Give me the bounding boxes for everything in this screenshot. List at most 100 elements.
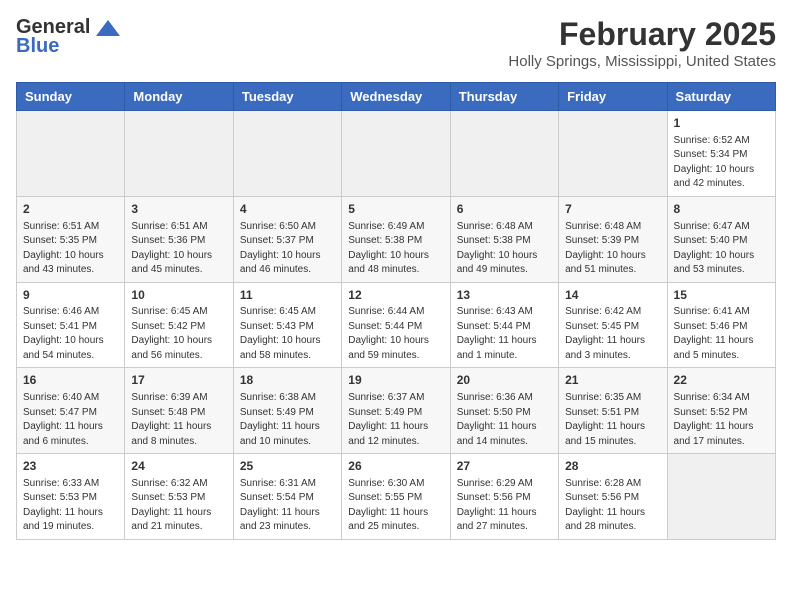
calendar-cell: 27 Sunrise: 6:29 AM Sunset: 5:56 PM Dayli… [450,454,558,540]
calendar-cell: 1 Sunrise: 6:52 AM Sunset: 5:34 PM Daylig… [667,111,775,197]
calendar-cell: 17 Sunrise: 6:39 AM Sunset: 5:48 PM Dayli… [125,368,233,454]
day-number: 20 [457,372,552,389]
day-info: Sunrise: 6:44 AM Sunset: 5:44 PM Dayligh… [348,305,443,363]
day-info: Sunrise: 6:40 AM Sunset: 5:47 PM Dayligh… [23,391,118,449]
day-number: 12 [348,287,443,304]
day-info: Sunrise: 6:32 AM Sunset: 5:53 PM Dayligh… [131,477,226,535]
logo: General Blue [16,16,122,58]
day-number: 28 [565,458,660,475]
day-info: Sunrise: 6:48 AM Sunset: 5:39 PM Dayligh… [565,220,660,278]
calendar-cell [559,111,667,197]
logo-icon [94,18,122,38]
weekday-header-wednesday: Wednesday [342,83,450,111]
calendar-week-row: 9Sunrise: 6:46 AM Sunset: 5:41 PM Daylig… [17,282,776,368]
calendar-week-row: 16 Sunrise: 6:40 AM Sunset: 5:47 PM Dayli… [17,368,776,454]
day-number: 26 [348,458,443,475]
day-number: 22 [674,372,769,389]
location-subtitle: Holly Springs, Mississippi, United State… [508,53,776,70]
weekday-header-row: SundayMondayTuesdayWednesdayThursdayFrid… [17,83,776,111]
calendar-week-row: 2 Sunrise: 6:51 AM Sunset: 5:35 PM Daylig… [17,196,776,282]
day-info: Sunrise: 6:31 AM Sunset: 5:54 PM Dayligh… [240,477,335,535]
calendar-cell: 21 Sunrise: 6:35 AM Sunset: 5:51 PM Dayli… [559,368,667,454]
day-number: 11 [240,287,335,304]
day-number: 27 [457,458,552,475]
day-number: 6 [457,201,552,218]
month-year-title: February 2025 [508,16,776,53]
day-info: Sunrise: 6:37 AM Sunset: 5:49 PM Dayligh… [348,391,443,449]
day-info: Sunrise: 6:29 AM Sunset: 5:56 PM Dayligh… [457,477,552,535]
calendar-cell: 14Sunrise: 6:42 AM Sunset: 5:45 PM Dayli… [559,282,667,368]
day-info: Sunrise: 6:47 AM Sunset: 5:40 PM Dayligh… [674,220,769,278]
day-info: Sunrise: 6:41 AM Sunset: 5:46 PM Dayligh… [674,305,769,363]
day-number: 5 [348,201,443,218]
day-info: Sunrise: 6:51 AM Sunset: 5:35 PM Dayligh… [23,220,118,278]
day-info: Sunrise: 6:34 AM Sunset: 5:52 PM Dayligh… [674,391,769,449]
calendar-cell: 28 Sunrise: 6:28 AM Sunset: 5:56 PM Dayli… [559,454,667,540]
calendar-cell [342,111,450,197]
day-info: Sunrise: 6:43 AM Sunset: 5:44 PM Dayligh… [457,305,552,363]
day-number: 14 [565,287,660,304]
day-number: 3 [131,201,226,218]
calendar-cell: 9Sunrise: 6:46 AM Sunset: 5:41 PM Daylig… [17,282,125,368]
calendar-header: SundayMondayTuesdayWednesdayThursdayFrid… [17,83,776,111]
day-number: 16 [23,372,118,389]
calendar-body: 1 Sunrise: 6:52 AM Sunset: 5:34 PM Daylig… [17,111,776,540]
calendar-cell: 22 Sunrise: 6:34 AM Sunset: 5:52 PM Dayli… [667,368,775,454]
day-number: 17 [131,372,226,389]
day-number: 24 [131,458,226,475]
day-number: 19 [348,372,443,389]
day-number: 2 [23,201,118,218]
weekday-header-friday: Friday [559,83,667,111]
calendar-cell: 8 Sunrise: 6:47 AM Sunset: 5:40 PM Daylig… [667,196,775,282]
calendar-cell: 26 Sunrise: 6:30 AM Sunset: 5:55 PM Dayli… [342,454,450,540]
day-info: Sunrise: 6:42 AM Sunset: 5:45 PM Dayligh… [565,305,660,363]
calendar-cell: 12Sunrise: 6:44 AM Sunset: 5:44 PM Dayli… [342,282,450,368]
calendar-cell: 23 Sunrise: 6:33 AM Sunset: 5:53 PM Dayli… [17,454,125,540]
weekday-header-saturday: Saturday [667,83,775,111]
day-number: 1 [674,115,769,132]
day-info: Sunrise: 6:38 AM Sunset: 5:49 PM Dayligh… [240,391,335,449]
day-number: 7 [565,201,660,218]
day-number: 23 [23,458,118,475]
day-info: Sunrise: 6:39 AM Sunset: 5:48 PM Dayligh… [131,391,226,449]
day-info: Sunrise: 6:30 AM Sunset: 5:55 PM Dayligh… [348,477,443,535]
day-info: Sunrise: 6:50 AM Sunset: 5:37 PM Dayligh… [240,220,335,278]
weekday-header-monday: Monday [125,83,233,111]
weekday-header-tuesday: Tuesday [233,83,341,111]
calendar-cell [450,111,558,197]
day-info: Sunrise: 6:28 AM Sunset: 5:56 PM Dayligh… [565,477,660,535]
day-number: 21 [565,372,660,389]
day-info: Sunrise: 6:33 AM Sunset: 5:53 PM Dayligh… [23,477,118,535]
calendar-week-row: 23 Sunrise: 6:33 AM Sunset: 5:53 PM Dayli… [17,454,776,540]
day-info: Sunrise: 6:35 AM Sunset: 5:51 PM Dayligh… [565,391,660,449]
calendar-cell: 7 Sunrise: 6:48 AM Sunset: 5:39 PM Daylig… [559,196,667,282]
day-number: 8 [674,201,769,218]
calendar-cell [125,111,233,197]
logo-text-blue: Blue [16,35,59,58]
day-number: 18 [240,372,335,389]
calendar-cell: 24 Sunrise: 6:32 AM Sunset: 5:53 PM Dayli… [125,454,233,540]
calendar-cell [667,454,775,540]
day-info: Sunrise: 6:45 AM Sunset: 5:42 PM Dayligh… [131,305,226,363]
calendar-cell: 20Sunrise: 6:36 AM Sunset: 5:50 PM Dayli… [450,368,558,454]
calendar-cell: 2 Sunrise: 6:51 AM Sunset: 5:35 PM Daylig… [17,196,125,282]
calendar-cell: 3 Sunrise: 6:51 AM Sunset: 5:36 PM Daylig… [125,196,233,282]
day-number: 4 [240,201,335,218]
day-info: Sunrise: 6:52 AM Sunset: 5:34 PM Dayligh… [674,134,769,192]
calendar-week-row: 1 Sunrise: 6:52 AM Sunset: 5:34 PM Daylig… [17,111,776,197]
day-info: Sunrise: 6:49 AM Sunset: 5:38 PM Dayligh… [348,220,443,278]
day-info: Sunrise: 6:51 AM Sunset: 5:36 PM Dayligh… [131,220,226,278]
calendar-cell: 15Sunrise: 6:41 AM Sunset: 5:46 PM Dayli… [667,282,775,368]
day-number: 10 [131,287,226,304]
day-number: 13 [457,287,552,304]
calendar-cell: 18 Sunrise: 6:38 AM Sunset: 5:49 PM Dayli… [233,368,341,454]
calendar-cell: 4 Sunrise: 6:50 AM Sunset: 5:37 PM Daylig… [233,196,341,282]
calendar-table: SundayMondayTuesdayWednesdayThursdayFrid… [16,82,776,540]
calendar-cell: 19 Sunrise: 6:37 AM Sunset: 5:49 PM Dayli… [342,368,450,454]
weekday-header-thursday: Thursday [450,83,558,111]
calendar-cell: 10Sunrise: 6:45 AM Sunset: 5:42 PM Dayli… [125,282,233,368]
day-number: 15 [674,287,769,304]
weekday-header-sunday: Sunday [17,83,125,111]
page-header: General Blue February 2025 Holly Springs… [16,16,776,70]
calendar-cell: 13Sunrise: 6:43 AM Sunset: 5:44 PM Dayli… [450,282,558,368]
